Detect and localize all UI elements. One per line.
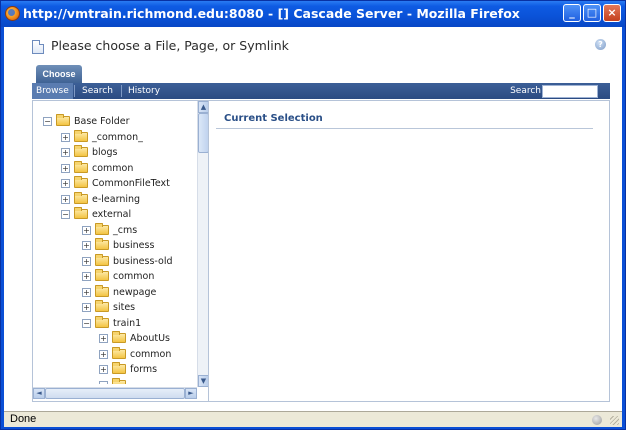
folder-icon — [95, 285, 109, 297]
tree-node-label: CommonFileText — [92, 178, 170, 189]
expand-icon[interactable] — [99, 381, 108, 384]
expand-icon[interactable]: + — [61, 195, 70, 204]
window-client-area: Please choose a File, Page, or Symlink ?… — [4, 27, 622, 427]
nav-browse[interactable]: Browse — [32, 83, 73, 99]
tree-node-label: e-learning — [92, 194, 141, 205]
scroll-left-icon[interactable]: ◄ — [33, 388, 45, 399]
help-icon[interactable]: ? — [595, 39, 606, 50]
nav-separator — [74, 85, 75, 97]
expand-icon[interactable]: + — [82, 272, 91, 281]
browser-window: http://vmtrain.richmond.edu:8080 - [] Ca… — [0, 0, 626, 430]
expand-icon[interactable]: + — [61, 148, 70, 157]
tree-node-label: train1 — [113, 318, 142, 329]
folder-icon — [56, 114, 70, 126]
scroll-right-icon[interactable]: ► — [185, 388, 197, 399]
tree-node-label: forms — [130, 364, 158, 375]
folder-icon — [112, 347, 126, 359]
collapse-icon[interactable]: − — [82, 319, 91, 328]
tab-strip: Choose — [32, 65, 610, 83]
window-titlebar[interactable]: http://vmtrain.richmond.edu:8080 - [] Ca… — [1, 1, 625, 27]
search-input[interactable] — [542, 85, 598, 98]
expand-icon[interactable]: + — [82, 257, 91, 266]
folder-icon — [112, 362, 126, 374]
nav-history[interactable]: History — [124, 83, 164, 99]
folder-tree-panel: − Base Folder + _common_ + blogs + commo… — [33, 101, 209, 401]
scroll-down-icon[interactable]: ▼ — [198, 375, 208, 387]
page-icon — [32, 40, 44, 54]
folder-tree: − Base Folder + _common_ + blogs + commo… — [33, 114, 197, 384]
folder-icon — [95, 238, 109, 250]
current-selection-title: Current Selection — [224, 113, 323, 124]
expand-icon[interactable]: + — [99, 334, 108, 343]
tab-choose[interactable]: Choose — [36, 65, 82, 83]
resize-grip-icon[interactable] — [610, 416, 619, 425]
expand-icon[interactable]: + — [82, 241, 91, 250]
scroll-thumb[interactable] — [198, 113, 208, 153]
nav-search[interactable]: Search — [78, 83, 117, 99]
nav-bar: Browse Search History Search — [32, 83, 610, 99]
connection-status-icon — [592, 415, 602, 425]
minimize-icon[interactable]: _ — [563, 4, 581, 22]
status-text: Done — [10, 413, 37, 425]
tree-node-label: Base Folder — [74, 116, 130, 127]
close-icon[interactable]: × — [603, 4, 621, 22]
tree-node-label: common — [92, 163, 134, 174]
status-bar: Done — [4, 411, 622, 427]
folder-icon — [74, 207, 88, 219]
folder-icon — [74, 161, 88, 173]
expand-icon[interactable]: + — [61, 133, 70, 142]
expand-icon[interactable]: + — [82, 303, 91, 312]
collapse-icon[interactable]: − — [61, 210, 70, 219]
window-title: http://vmtrain.richmond.edu:8080 - [] Ca… — [23, 6, 520, 21]
tree-node-label: _cms — [113, 225, 138, 236]
folder-icon — [112, 331, 126, 343]
folder-icon — [95, 300, 109, 312]
expand-icon[interactable]: + — [61, 179, 70, 188]
tree-horizontal-scrollbar[interactable]: ◄ ► — [33, 387, 197, 399]
expand-icon[interactable]: + — [82, 226, 91, 235]
expand-icon[interactable]: + — [82, 288, 91, 297]
dialog-header: Please choose a File, Page, or Symlink ? — [4, 27, 622, 65]
expand-icon[interactable]: + — [61, 164, 70, 173]
tree-node-label: sites — [113, 302, 136, 313]
folder-icon — [95, 316, 109, 328]
collapse-icon[interactable]: − — [43, 117, 52, 126]
folder-icon — [95, 223, 109, 235]
tree-node-label: newpage — [113, 287, 157, 298]
current-selection-panel: Current Selection — [210, 101, 609, 401]
tree-node-label: common — [113, 271, 155, 282]
scroll-thumb[interactable] — [45, 388, 185, 399]
tree-node-label: blogs — [92, 147, 118, 158]
tree-node-label: common — [130, 349, 172, 360]
scroll-up-icon[interactable]: ▲ — [198, 101, 208, 113]
folder-icon — [95, 269, 109, 281]
tree-node-label: business-old — [113, 256, 173, 267]
tree-vertical-scrollbar[interactable]: ▲ ▼ — [197, 101, 208, 387]
expand-icon[interactable]: + — [99, 350, 108, 359]
tree-node-label: AboutUs — [130, 333, 170, 344]
maximize-icon[interactable]: □ — [583, 4, 601, 22]
nav-separator — [121, 85, 122, 97]
firefox-icon — [5, 6, 20, 21]
chooser-panels: − Base Folder + _common_ + blogs + commo… — [32, 100, 610, 402]
folder-icon — [74, 145, 88, 157]
tree-node-label: business — [113, 240, 155, 251]
tree-node-label: _common_ — [92, 132, 143, 143]
search-label: Search — [510, 86, 541, 96]
dialog-title: Please choose a File, Page, or Symlink — [51, 38, 289, 53]
folder-icon — [74, 192, 88, 204]
folder-icon — [95, 254, 109, 266]
folder-icon — [74, 176, 88, 188]
expand-icon[interactable]: + — [99, 365, 108, 374]
folder-icon — [74, 130, 88, 142]
divider — [216, 128, 593, 129]
tree-node-label: external — [92, 209, 132, 220]
folder-icon — [112, 378, 126, 384]
